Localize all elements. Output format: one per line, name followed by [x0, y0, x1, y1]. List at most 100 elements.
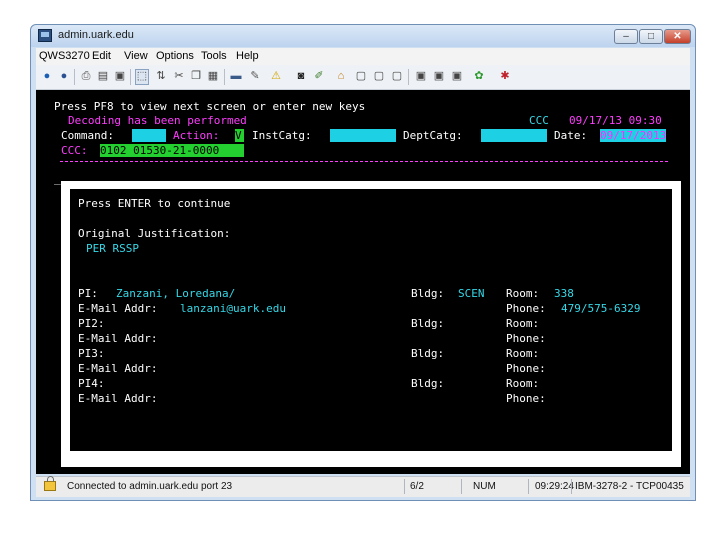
pi-phone-value: 479/575-6329	[561, 302, 641, 315]
pi3-bldg-label: Bldg:	[411, 347, 445, 360]
menu-edit[interactable]: Edit	[92, 50, 111, 62]
status-bar: Connected to admin.uark.edu port 23 6/2 …	[36, 476, 690, 497]
menu-tools[interactable]: Tools	[201, 50, 227, 62]
command-field[interactable]	[132, 129, 166, 142]
keyboard-icon[interactable]: ▬	[229, 70, 243, 83]
title-bar[interactable]: admin.uark.edu – □ ✕	[31, 25, 695, 47]
screen-print-icon[interactable]: ▤	[96, 70, 110, 83]
app-icon	[38, 29, 52, 42]
minimize-button[interactable]: –	[614, 29, 638, 44]
pi2-label: PI2:	[78, 317, 105, 330]
terminal-cursor: _	[54, 172, 61, 185]
pi2-bldg-label: Bldg:	[411, 317, 445, 330]
orig-just-value: PER RSSP	[86, 242, 139, 255]
menu-view[interactable]: View	[124, 50, 148, 62]
pi-email-value: lanzani@uark.edu	[180, 302, 286, 315]
home-icon[interactable]: ⌂	[334, 70, 348, 83]
toolbar-separator	[130, 69, 131, 85]
window4-icon[interactable]: ▣	[414, 70, 428, 83]
toolbar-separator	[408, 69, 409, 85]
toolbar-separator	[74, 69, 75, 85]
pi-bldg-value: SCEN	[458, 287, 485, 300]
pi2-email-label: E-Mail Addr:	[78, 332, 158, 345]
pi-label: PI:	[78, 287, 98, 300]
pi-email-label: E-Mail Addr:	[78, 302, 158, 315]
paste-icon[interactable]: ▦	[206, 70, 220, 83]
maximize-button[interactable]: □	[639, 29, 663, 44]
pi-name: Zanzani, Loredana/	[116, 287, 236, 300]
menu-options[interactable]: Options	[156, 50, 194, 62]
disconnect-icon[interactable]: ●	[57, 70, 71, 83]
toolbar: ● ● ⎙ ▤ ▣ ⬚ ⇅ ✂ ❐ ▦ ▬ ✎ ⚠ ◙ ✐ ⌂ ▢ ▢ ▢ ▣ …	[36, 65, 690, 90]
print-icon[interactable]: ⎙	[79, 70, 93, 83]
pi-phone-label: Phone:	[506, 302, 546, 315]
status-cursor-position: 6/2	[410, 481, 424, 492]
lock-icon	[44, 476, 56, 491]
pi4-phone-label: Phone:	[506, 392, 546, 405]
toolbar-separator	[224, 69, 225, 85]
action-field[interactable]: V	[235, 129, 244, 142]
pi2-room-label: Room:	[506, 317, 540, 330]
window2-icon[interactable]: ▢	[372, 70, 386, 83]
macro-icon[interactable]: ✎	[248, 70, 262, 83]
pi-room-label: Room:	[506, 287, 540, 300]
ccc-date-value: 09/17/13 09:30	[569, 114, 662, 127]
close-button[interactable]: ✕	[664, 29, 691, 44]
window1-icon[interactable]: ▢	[354, 70, 368, 83]
warning-icon[interactable]: ⚠	[269, 70, 283, 83]
pi3-phone-label: Phone:	[506, 362, 546, 375]
select-icon[interactable]: ⬚	[135, 69, 149, 85]
pi2-phone-label: Phone:	[506, 332, 546, 345]
ccc-field[interactable]: 0102 01530-21-0000	[100, 144, 244, 157]
ccc-date-label: CCC	[529, 114, 549, 127]
bug-icon[interactable]: ✱	[498, 70, 512, 83]
pi4-room-label: Room:	[506, 377, 540, 390]
status-terminal-type: IBM-3278-2 - TCP00435	[575, 481, 684, 492]
orig-just-label: Original Justification:	[78, 227, 231, 240]
window5-icon[interactable]: ▣	[432, 70, 446, 83]
pi-bldg-label: Bldg:	[411, 287, 445, 300]
command-label: Command:	[61, 129, 114, 142]
window-title: admin.uark.edu	[58, 29, 134, 41]
pi-room-value: 338	[554, 287, 574, 300]
green-icon[interactable]: ✿	[472, 70, 486, 83]
window6-icon[interactable]: ▣	[450, 70, 464, 83]
pi4-label: PI4:	[78, 377, 105, 390]
status-divider	[404, 479, 405, 494]
press-enter-text: Press ENTER to continue	[78, 197, 231, 210]
popup-screen[interactable]: Press ENTER to continue Original Justifi…	[70, 189, 672, 451]
menu-help[interactable]: Help	[236, 50, 259, 62]
deptcatg-label: DeptCatg:	[403, 129, 463, 142]
terminal-screen[interactable]: Press PF8 to view next screen or enter n…	[36, 90, 690, 474]
deptcatg-field[interactable]	[481, 129, 547, 142]
separator-line	[60, 161, 668, 162]
date-label: Date:	[554, 129, 588, 142]
action-label: Action:	[173, 129, 220, 142]
transfer-icon[interactable]: ⇅	[154, 70, 168, 83]
edit-icon[interactable]: ✐	[312, 70, 326, 83]
status-time: 09:29:24	[535, 481, 574, 492]
status-divider	[571, 479, 572, 494]
instcatg-field[interactable]	[330, 129, 396, 142]
pi4-bldg-label: Bldg:	[411, 377, 445, 390]
date-field[interactable]: 09/17/2013	[600, 129, 667, 142]
copy-icon[interactable]: ❐	[189, 70, 203, 83]
connect-icon[interactable]: ●	[40, 70, 54, 83]
popup-window: Press ENTER to continue Original Justifi…	[61, 181, 681, 467]
menu-qws3270[interactable]: QWS3270	[39, 50, 90, 62]
pi3-email-label: E-Mail Addr:	[78, 362, 158, 375]
camera-icon[interactable]: ◙	[294, 70, 308, 83]
pi3-label: PI3:	[78, 347, 105, 360]
terminal-line-decoding: Decoding has been performed	[68, 114, 247, 127]
menu-bar: QWS3270 Edit View Options Tools Help	[36, 48, 690, 65]
status-connection: Connected to admin.uark.edu port 23	[67, 481, 233, 492]
pi3-room-label: Room:	[506, 347, 540, 360]
window3-icon[interactable]: ▢	[390, 70, 404, 83]
instcatg-label: InstCatg:	[252, 129, 312, 142]
terminal-line-prompt: Press PF8 to view next screen or enter n…	[54, 100, 366, 113]
status-divider	[461, 479, 462, 494]
app-window: admin.uark.edu – □ ✕ QWS3270 Edit View O…	[30, 24, 696, 501]
pi4-email-label: E-Mail Addr:	[78, 392, 158, 405]
save-icon[interactable]: ▣	[113, 70, 127, 83]
cut-icon[interactable]: ✂	[172, 70, 186, 83]
